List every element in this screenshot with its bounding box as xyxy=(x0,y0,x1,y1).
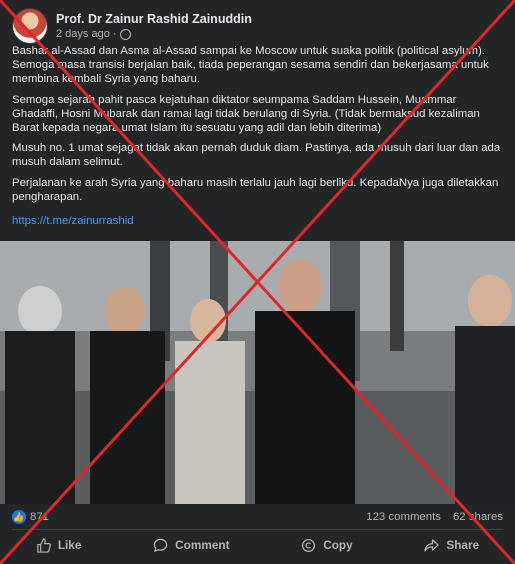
comment-label: Comment xyxy=(175,538,230,552)
post-meta: Prof. Dr Zainur Rashid Zainuddin 2 days … xyxy=(56,12,252,40)
copy-label: Copy xyxy=(323,538,353,552)
action-bar: Like Comment Copy Share xyxy=(0,532,515,558)
timestamp[interactable]: 2 days ago · xyxy=(56,28,117,40)
globe-icon xyxy=(119,28,131,40)
paragraph: Bashar al-Assad dan Asma al-Assad sampai… xyxy=(12,45,489,86)
like-button[interactable]: Like xyxy=(36,537,82,553)
post-text: Bashar al-Assad dan Asma al-Assad sampai… xyxy=(12,44,504,234)
share-icon xyxy=(424,538,440,552)
share-label: Share xyxy=(446,538,480,552)
reaction-count[interactable]: 871 xyxy=(30,511,49,523)
share-count[interactable]: 62 shares xyxy=(453,511,503,523)
paragraph: Semoga sejarah pahit pasca kejatuhan dik… xyxy=(12,93,480,135)
comment-count[interactable]: 123 comments xyxy=(366,511,441,523)
post-header: Prof. Dr Zainur Rashid Zainuddin 2 days … xyxy=(12,8,252,44)
avatar[interactable] xyxy=(12,8,48,44)
post-stats: 👍 871 123 comments 62 shares xyxy=(12,508,503,526)
telegram-link[interactable]: https://t.me/zainurrashid xyxy=(12,215,134,227)
share-button[interactable]: Share xyxy=(424,538,479,553)
like-label: Like xyxy=(57,538,82,552)
post-photo[interactable] xyxy=(0,241,515,504)
comment-icon xyxy=(153,538,168,552)
post-time: 2 days ago · xyxy=(56,28,252,40)
author-name[interactable]: Prof. Dr Zainur Rashid Zainuddin xyxy=(56,12,252,26)
photo-scene xyxy=(0,241,515,504)
divider xyxy=(12,529,503,530)
copy-icon xyxy=(302,538,316,552)
paragraph: Perjalanan ke arah Syria yang baharu mas… xyxy=(12,176,499,203)
like-reaction-icon: 👍 xyxy=(12,510,26,524)
like-icon xyxy=(37,537,51,553)
comment-button[interactable]: Comment xyxy=(153,538,230,553)
paragraph: Musuh no. 1 umat sejagat tidak akan pern… xyxy=(12,142,501,169)
facebook-post: Prof. Dr Zainur Rashid Zainuddin 2 days … xyxy=(0,0,515,564)
copy-button[interactable]: Copy xyxy=(301,538,353,553)
